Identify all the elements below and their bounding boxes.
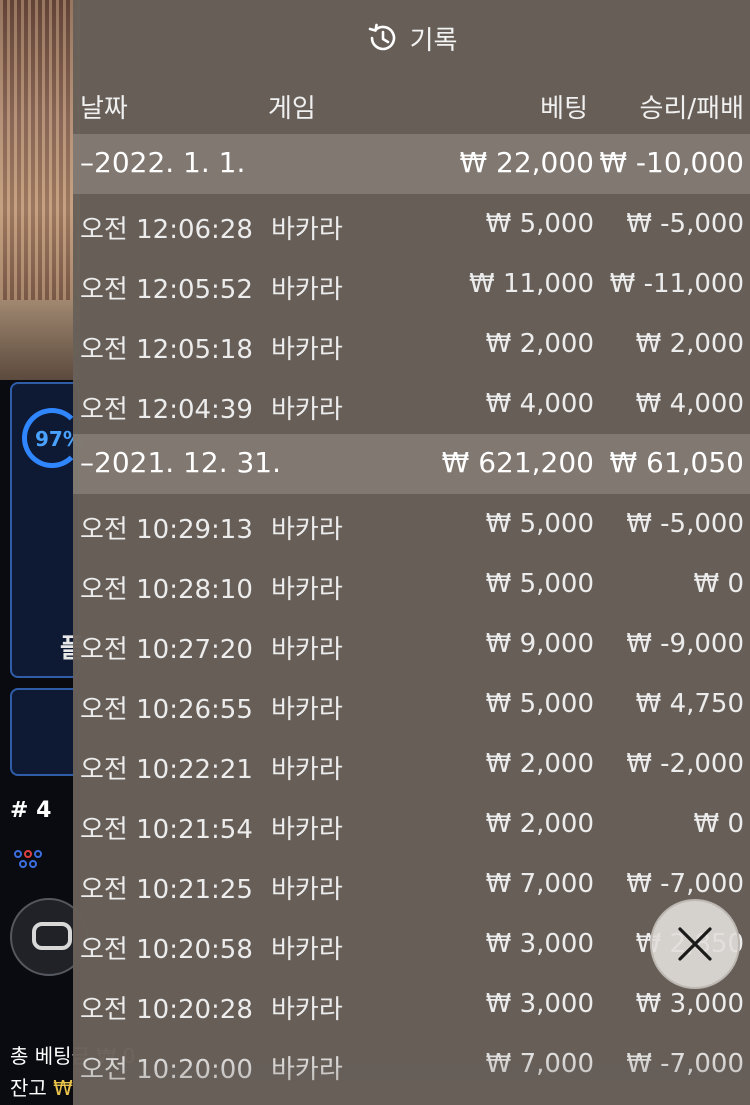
row-time: 오전 10:28:10	[80, 575, 253, 605]
row-bet: ₩ 3,000	[485, 929, 594, 959]
column-header-game: 게임	[268, 94, 316, 124]
row-game: 바카라	[271, 575, 343, 605]
history-icon	[368, 23, 395, 51]
history-panel: 기록 날짜 게임 베팅 승리/패배 –2022. 1. 1. ₩ 22,000 ₩ …	[73, 0, 750, 1105]
history-row[interactable]: 오전 12:06:28 바카라 ₩ 5,000 ₩ -5,000	[73, 194, 750, 254]
group-date: –2022. 1. 1.	[80, 146, 246, 179]
row-game: 바카라	[271, 215, 343, 245]
row-bet: ₩ 9,000	[485, 629, 594, 659]
row-game: 바카라	[271, 815, 343, 845]
row-time: 오전 12:04:39	[80, 395, 253, 425]
column-header-result: 승리/패배	[639, 94, 744, 124]
row-result: ₩ -5,000	[626, 209, 744, 239]
row-time: 오전 10:26:55	[80, 695, 253, 725]
row-bet: ₩ 2,000	[485, 809, 594, 839]
row-result: ₩ -7,000	[626, 1049, 744, 1079]
row-result: ₩ 4,750	[635, 689, 744, 719]
row-bet: ₩ 7,000	[485, 1049, 594, 1079]
row-game: 바카라	[271, 935, 343, 965]
row-time: 오전 12:05:52	[80, 275, 253, 305]
bet-card[interactable]	[10, 688, 80, 776]
row-game: 바카라	[271, 1055, 343, 1085]
close-icon	[678, 927, 712, 961]
date-group-header[interactable]: –2021. 12. 31. ₩ 621,200 ₩ 61,050	[73, 434, 750, 494]
row-game: 바카라	[271, 695, 343, 725]
row-bet: ₩ 7,000	[485, 869, 594, 899]
row-time: 오전 12:05:18	[80, 335, 253, 365]
column-header-date: 날짜	[80, 94, 128, 124]
row-bet: ₩ 5,000	[485, 509, 594, 539]
history-row[interactable]: 오전 10:22:21 바카라 ₩ 2,000 ₩ -2,000	[73, 734, 750, 794]
panel-title: 기록	[409, 25, 458, 56]
row-game: 바카라	[271, 875, 343, 905]
history-row[interactable]: 오전 10:21:25 바카라 ₩ 7,000 ₩ -7,000	[73, 854, 750, 914]
group-total-bet: ₩ 621,200	[441, 446, 594, 479]
row-bet: ₩ 5,000	[485, 689, 594, 719]
live-video-feed	[0, 0, 80, 380]
row-result: ₩ -11,000	[609, 269, 744, 299]
row-game: 바카라	[271, 635, 343, 665]
row-time: 오전 10:22:21	[80, 755, 253, 785]
row-result: ₩ 3,000	[635, 989, 744, 1019]
history-row[interactable]: 오전 12:05:52 바카라 ₩ 11,000 ₩ -11,000	[73, 254, 750, 314]
history-row[interactable]: 오전 12:04:39 바카라 ₩ 4,000 ₩ 4,000	[73, 374, 750, 434]
history-list[interactable]: –2022. 1. 1. ₩ 22,000 ₩ -10,000 오전 12:06:28…	[73, 134, 750, 1094]
group-total-bet: ₩ 22,000	[459, 146, 594, 179]
row-bet: ₩ 11,000	[469, 269, 594, 299]
date-group-header[interactable]: –2022. 1. 1. ₩ 22,000 ₩ -10,000	[73, 134, 750, 194]
history-row[interactable]: 오전 10:21:54 바카라 ₩ 2,000 ₩ 0	[73, 794, 750, 854]
row-time: 오전 10:21:25	[80, 875, 253, 905]
row-game: 바카라	[271, 275, 343, 305]
group-date: –2021. 12. 31.	[80, 446, 282, 479]
row-result: ₩ 2,000	[635, 329, 744, 359]
history-row[interactable]: 오전 10:20:28 바카라 ₩ 3,000 ₩ 3,000	[73, 974, 750, 1034]
row-game: 바카라	[271, 995, 343, 1025]
history-row[interactable]: 오전 10:26:55 바카라 ₩ 5,000 ₩ 4,750	[73, 674, 750, 734]
row-time: 오전 10:20:00	[80, 1055, 253, 1085]
row-result: ₩ 0	[693, 569, 744, 599]
history-row[interactable]: 오전 10:20:00 바카라 ₩ 7,000 ₩ -7,000	[73, 1034, 750, 1094]
row-time: 오전 12:06:28	[80, 215, 253, 245]
row-result: ₩ 0	[693, 809, 744, 839]
row-bet: ₩ 2,000	[485, 329, 594, 359]
close-button[interactable]	[650, 899, 740, 989]
row-game: 바카라	[271, 335, 343, 365]
row-result: ₩ -7,000	[626, 869, 744, 899]
row-time: 오전 10:29:13	[80, 515, 253, 545]
panel-header: 기록	[73, 0, 750, 76]
row-time: 오전 10:27:20	[80, 635, 253, 665]
row-bet: ₩ 3,000	[485, 989, 594, 1019]
row-bet: ₩ 5,000	[485, 569, 594, 599]
balance-label: 잔고 ₩	[10, 1076, 73, 1100]
round-number: # 4	[10, 798, 52, 823]
row-bet: ₩ 5,000	[485, 209, 594, 239]
group-total-result: ₩ 61,050	[609, 446, 744, 479]
history-row[interactable]: 오전 10:20:58바카라₩ 3,000₩ 2,850	[73, 914, 750, 974]
history-row[interactable]: 오전 10:28:10 바카라 ₩ 5,000 ₩ 0	[73, 554, 750, 614]
row-game: 바카라	[271, 515, 343, 545]
row-bet: ₩ 4,000	[485, 389, 594, 419]
group-total-result: ₩ -10,000	[599, 146, 744, 179]
row-game: 바카라	[271, 755, 343, 785]
row-result: ₩ -5,000	[626, 509, 744, 539]
history-row[interactable]: 오전 10:29:13 바카라 ₩ 5,000 ₩ -5,000	[73, 494, 750, 554]
history-row[interactable]: 오전 12:05:18 바카라 ₩ 2,000 ₩ 2,000	[73, 314, 750, 374]
road-map-dots	[14, 846, 74, 874]
row-time: 오전 10:21:54	[80, 815, 253, 845]
row-time: 오전 10:20:58	[80, 935, 253, 965]
row-game: 바카라	[271, 395, 343, 425]
row-time: 오전 10:20:28	[80, 995, 253, 1025]
column-headers: 날짜 게임 베팅 승리/패배	[73, 76, 750, 134]
row-result: ₩ 4,000	[635, 389, 744, 419]
row-bet: ₩ 2,000	[485, 749, 594, 779]
row-result: ₩ -9,000	[626, 629, 744, 659]
history-row[interactable]: 오전 10:27:20 바카라 ₩ 9,000 ₩ -9,000	[73, 614, 750, 674]
row-result: ₩ -2,000	[626, 749, 744, 779]
column-header-bet: 베팅	[540, 94, 588, 124]
